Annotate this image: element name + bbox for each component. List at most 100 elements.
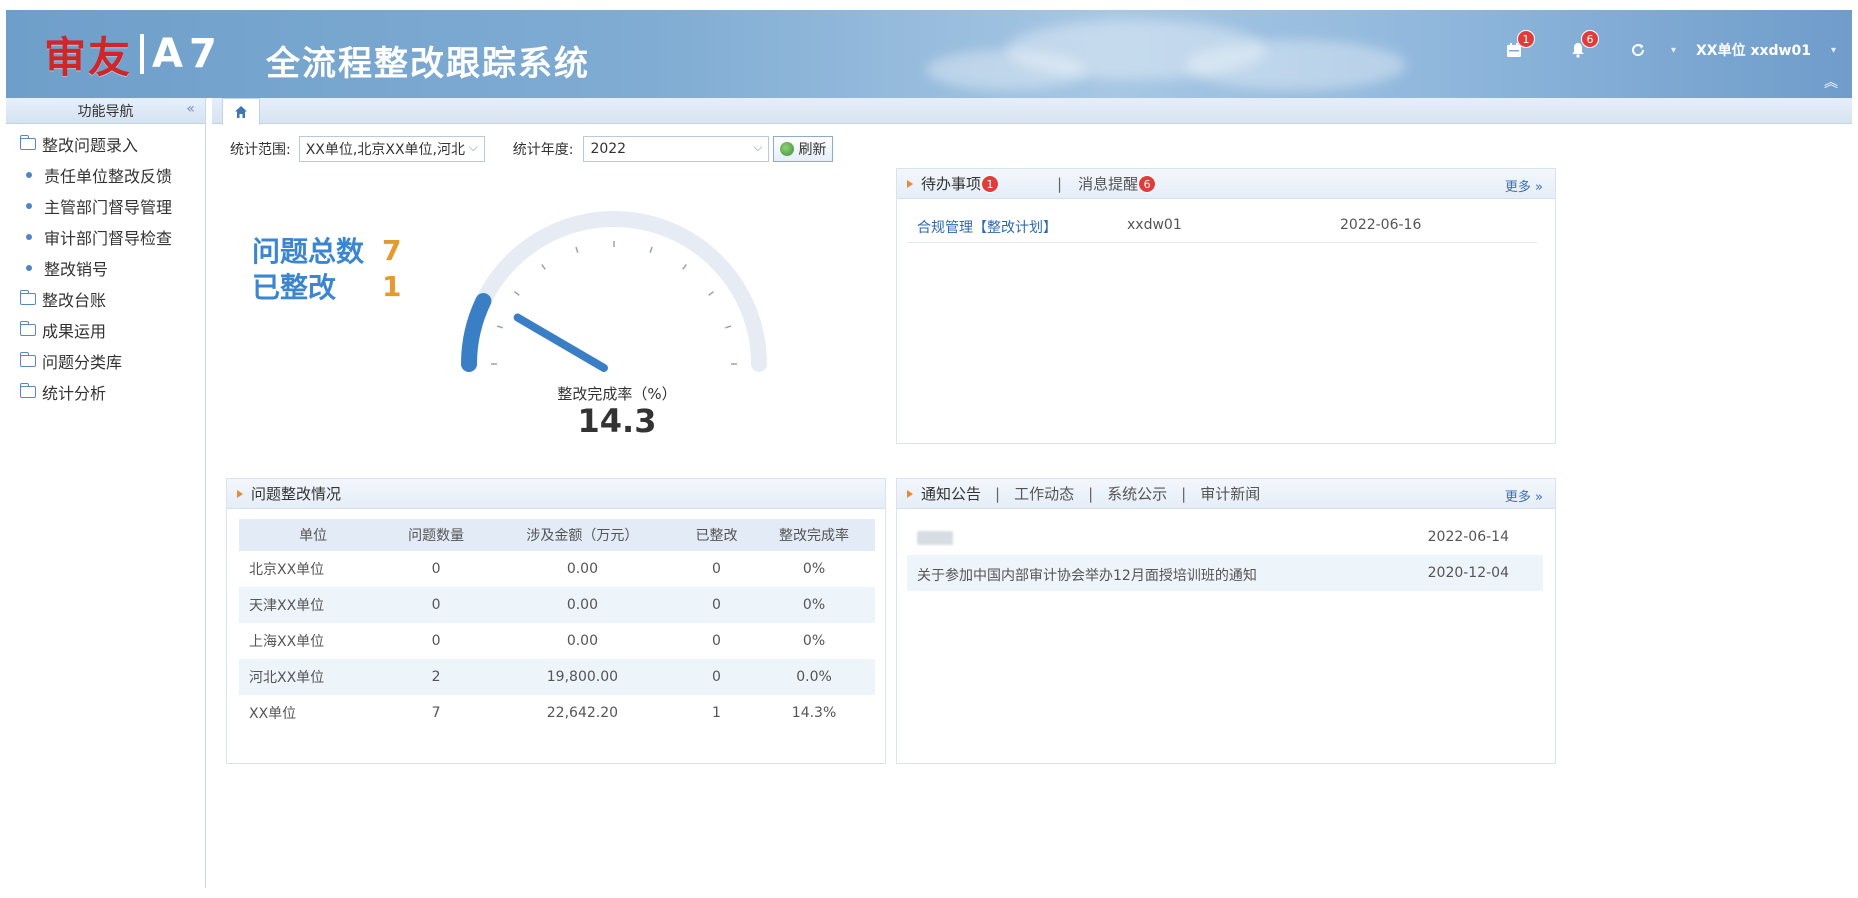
news-date: 2020-12-04 [1427, 565, 1509, 581]
news-panel: 通知公告 | 工作动态 | 系统公示 | 审计新闻 更多 » 2022-06-1… [896, 478, 1556, 764]
bullet-icon [26, 202, 32, 209]
calendar-button[interactable]: 1 [1501, 30, 1535, 62]
tab-divider: | [995, 484, 1001, 503]
bullet-icon [26, 233, 32, 240]
sidebar-item-label: 整改台账 [42, 290, 107, 310]
sidebar-item[interactable]: 责任单位整改反馈 [6, 159, 205, 190]
tab-audit-news[interactable]: 审计新闻 [1200, 483, 1260, 504]
bell-badge: 6 [1580, 30, 1599, 48]
user-menu[interactable]: XX单位 xxdw01 [1696, 40, 1811, 60]
news-title-redacted [917, 531, 953, 545]
todo-row[interactable]: 合规管理【整改计划】 xxdw01 2022-06-16 [907, 211, 1537, 243]
completion-gauge [461, 211, 767, 372]
bullet-icon [26, 264, 32, 271]
chevron-down-icon: ▾ [1830, 44, 1836, 56]
table-cell: 0.00 [566, 561, 598, 577]
column-header: 已整改 [679, 519, 754, 551]
sidebar-item-label: 整改问题录入 [42, 135, 139, 155]
sidebar-item[interactable]: 整改台账 [6, 283, 205, 314]
year-value: 2022 [590, 141, 627, 157]
table-cell: 天津XX单位 [239, 587, 388, 623]
logo: 审友 A7 [44, 28, 223, 82]
news-more-link[interactable]: 更多 » [1505, 486, 1543, 505]
tab-system-notices[interactable]: 系统公示 [1107, 483, 1167, 504]
news-row[interactable]: 2022-06-14 [907, 519, 1543, 555]
main-content: 统计范围: XX单位,北京XX单位,河北 ⌵ 统计年度: 2022 ⌵ 刷新 问… [212, 124, 1852, 888]
notification-button[interactable]: 6 [1565, 30, 1599, 62]
todo-panel-header: 待办事项 1 | 消息提醒 6 更多 » [897, 169, 1555, 199]
column-header: 整改完成率 [753, 519, 875, 551]
sidebar-item[interactable]: 问题分类库 [6, 345, 205, 376]
header-toolbar: 1 6 ▾ XX单位 xxdw01 ▾ [1501, 30, 1836, 62]
stat-total: 问题总数 7 [252, 232, 401, 269]
table-cell: XX单位 [249, 706, 297, 722]
tab-messages[interactable]: 消息提醒 [1078, 173, 1138, 194]
table-cell: 0.00 [484, 587, 680, 623]
sidebar-list: 整改问题录入责任单位整改反馈 主管部门督导管理审计部门督导检查整改销号整改台账成果… [6, 124, 205, 407]
sidebar-item[interactable]: 主管部门督导管理 [6, 190, 205, 221]
tab-work-updates[interactable]: 工作动态 [1014, 483, 1074, 504]
scope-select[interactable]: XX单位,北京XX单位,河北 ⌵ [298, 136, 485, 162]
collapse-header-icon[interactable]: ︽ [1824, 72, 1838, 92]
sidebar-title: 功能导航 [77, 103, 134, 120]
chevron-down-icon: ⌵ [753, 140, 763, 154]
table-cell: 0 [679, 587, 754, 623]
sidebar-item[interactable]: 审计部门督导检查 [6, 221, 205, 252]
sidebar-item-label: 问题分类库 [42, 352, 123, 372]
triangle-icon [907, 179, 913, 188]
todo-title[interactable]: 合规管理【整改计划】 [917, 217, 1057, 237]
sidebar-collapse-icon[interactable]: « [186, 101, 195, 117]
tab-divider: | [1088, 484, 1094, 503]
logo-brand: 审友 [44, 32, 133, 82]
todo-panel: 待办事项 1 | 消息提醒 6 更多 » 合规管理【整改计划】 xxdw01 2… [896, 168, 1556, 444]
tab-divider: | [1057, 174, 1063, 193]
filter-bar: 统计范围: XX单位,北京XX单位,河北 ⌵ 统计年度: 2022 ⌵ 刷新 [230, 136, 834, 162]
tab-todo[interactable]: 待办事项 [921, 173, 981, 194]
table-row: 河北XX单位 2 19,800.00 0 0.0% [239, 659, 875, 695]
news-title[interactable]: 关于参加中国内部审计协会举办12月面授培训班的通知 [917, 565, 1257, 585]
stat-total-label: 问题总数 [252, 235, 365, 268]
folder-icon [19, 382, 36, 398]
issue-panel-title: 问题整改情况 [251, 485, 342, 503]
sidebar-item[interactable]: 成果运用 [6, 314, 205, 345]
year-select[interactable]: 2022 ⌵ [583, 136, 770, 162]
home-icon [235, 106, 247, 118]
refresh-button[interactable] [1625, 38, 1651, 62]
folder-icon [19, 320, 36, 336]
gauge-tick [708, 291, 714, 296]
refresh-icon [1632, 44, 1644, 57]
logo-model: A7 [152, 31, 223, 77]
calendar-badge: 1 [1516, 30, 1535, 48]
table-cell: 0.0% [753, 659, 875, 695]
sidebar-item-label: 统计分析 [42, 383, 107, 403]
table-cell: 1 [712, 705, 721, 721]
gauge-tick [575, 246, 579, 253]
gauge-needle [513, 313, 608, 372]
sidebar-item-label: 审计部门督导检查 [44, 228, 173, 248]
news-row[interactable]: 关于参加中国内部审计协会举办12月面授培训班的通知 2020-12-04 [907, 555, 1543, 591]
todo-more-link[interactable]: 更多 » [1505, 176, 1543, 195]
app-header: 审友 A7 全流程整改跟踪系统 1 6 ▾ XX单位 xxdw01 ▾ ︽ [6, 10, 1852, 98]
gauge-tick [541, 264, 546, 270]
gauge-value: 14.3 [577, 402, 657, 440]
table-cell: 19,800.00 [484, 659, 680, 695]
sidebar-item[interactable]: 整改销号 [6, 252, 205, 283]
tab-divider: | [1181, 484, 1187, 503]
table-row: 天津XX单位 0 0.00 0 0% [239, 587, 875, 623]
sidebar-item-label: 成果运用 [42, 321, 107, 341]
sidebar-item[interactable]: 统计分析 [6, 376, 205, 407]
stat-done-label: 已整改 [252, 271, 337, 304]
table-cell: 0 [712, 633, 721, 649]
gauge-fill [461, 293, 492, 372]
year-label: 统计年度: [512, 142, 574, 158]
triangle-icon [907, 489, 913, 498]
tab-notices[interactable]: 通知公告 [921, 483, 981, 504]
table-row: 北京XX单位 0 0.00 0 0% [239, 551, 875, 587]
refresh-stats-button[interactable]: 刷新 [773, 136, 834, 162]
tab-home[interactable] [222, 98, 260, 125]
stat-done-value: 1 [382, 269, 402, 303]
sidebar-header: 功能导航 « [6, 98, 205, 124]
gauge-caption: 整改完成率（%） [557, 385, 677, 403]
sidebar-item[interactable]: 整改问题录入 [6, 128, 205, 159]
logo-separator [140, 34, 145, 74]
